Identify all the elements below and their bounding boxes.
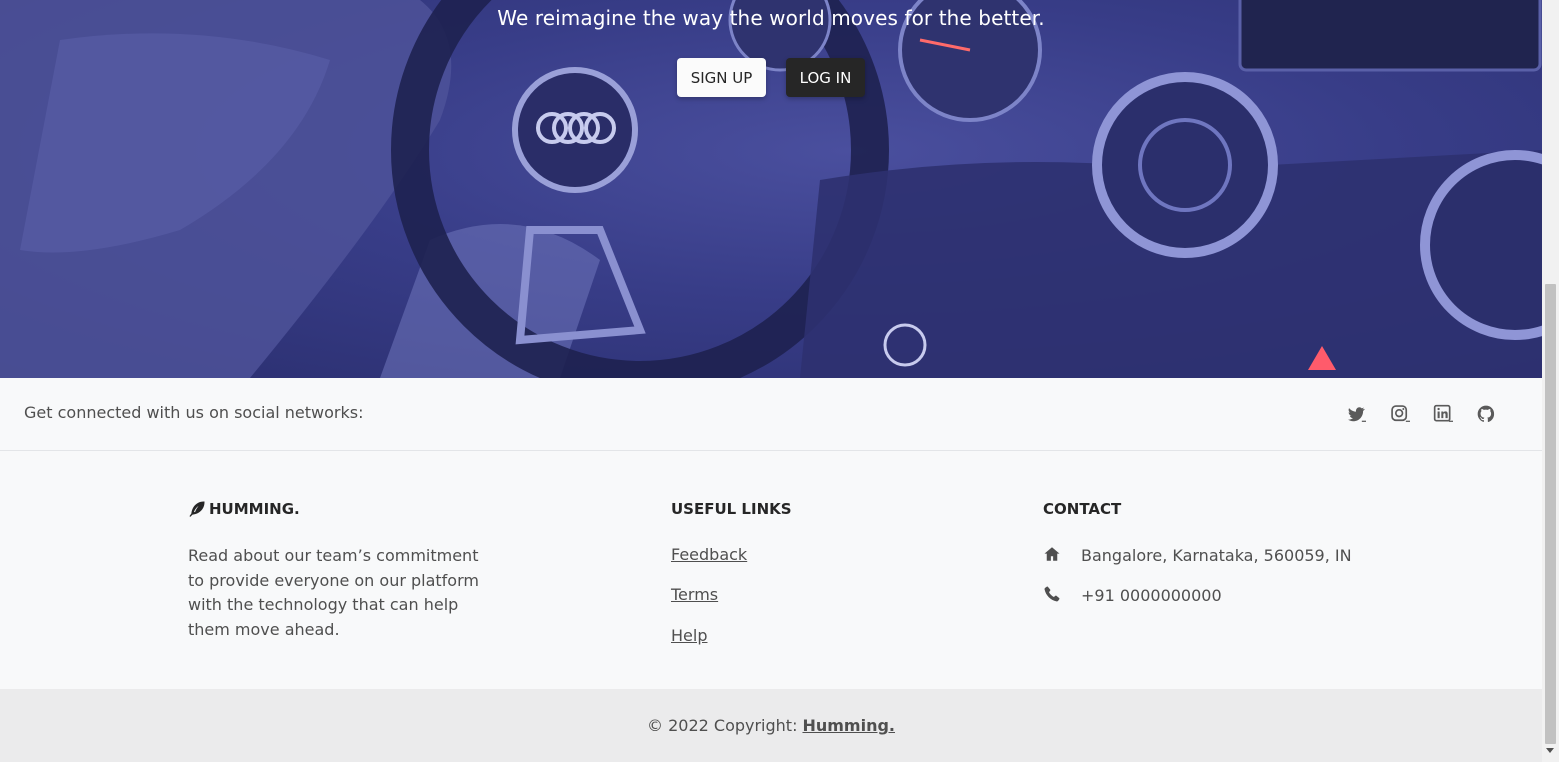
help-link[interactable]: Help xyxy=(671,626,707,645)
scroll-down-arrow-icon[interactable] xyxy=(1546,748,1554,753)
brand-title: HUMMING. xyxy=(188,500,300,518)
address-text: Bangalore, Karnataka, 560059, IN xyxy=(1081,545,1352,565)
hero-tagline: We reimagine the way the world moves for… xyxy=(497,6,1045,30)
contact-title: CONTACT xyxy=(1043,500,1122,518)
instagram-icon[interactable] xyxy=(1390,404,1410,424)
copyright-bar: © 2022 Copyright: Humming. xyxy=(0,689,1542,762)
twitter-icon[interactable] xyxy=(1346,404,1366,424)
contact-phone: +91 0000000000 xyxy=(1043,585,1222,605)
contact-address: Bangalore, Karnataka, 560059, IN xyxy=(1043,545,1352,565)
hero-background-image xyxy=(0,0,1542,378)
terms-link[interactable]: Terms xyxy=(671,585,718,604)
page-scrollbar[interactable] xyxy=(1542,0,1559,762)
login-button[interactable]: LOG IN xyxy=(786,58,865,97)
copyright-link[interactable]: Humming. xyxy=(802,716,895,735)
feedback-link[interactable]: Feedback xyxy=(671,545,747,564)
feather-icon xyxy=(188,500,206,518)
linkedin-icon[interactable] xyxy=(1433,404,1453,424)
hero-section: We reimagine the way the world moves for… xyxy=(0,0,1542,378)
scrollbar-thumb[interactable] xyxy=(1545,284,1556,744)
social-text: Get connected with us on social networks… xyxy=(24,403,364,422)
social-bar: Get connected with us on social networks… xyxy=(0,378,1542,451)
home-icon xyxy=(1043,545,1063,565)
brand-name: HUMMING. xyxy=(209,500,300,518)
signup-button[interactable]: SIGN UP xyxy=(677,58,766,97)
brand-description: Read about our team’s commitment to prov… xyxy=(188,546,479,639)
useful-links-title: USEFUL LINKS xyxy=(671,500,792,518)
phone-text: +91 0000000000 xyxy=(1081,585,1222,605)
copyright-text: © 2022 Copyright: xyxy=(647,716,798,735)
github-icon[interactable] xyxy=(1476,404,1496,424)
phone-icon xyxy=(1043,585,1063,605)
